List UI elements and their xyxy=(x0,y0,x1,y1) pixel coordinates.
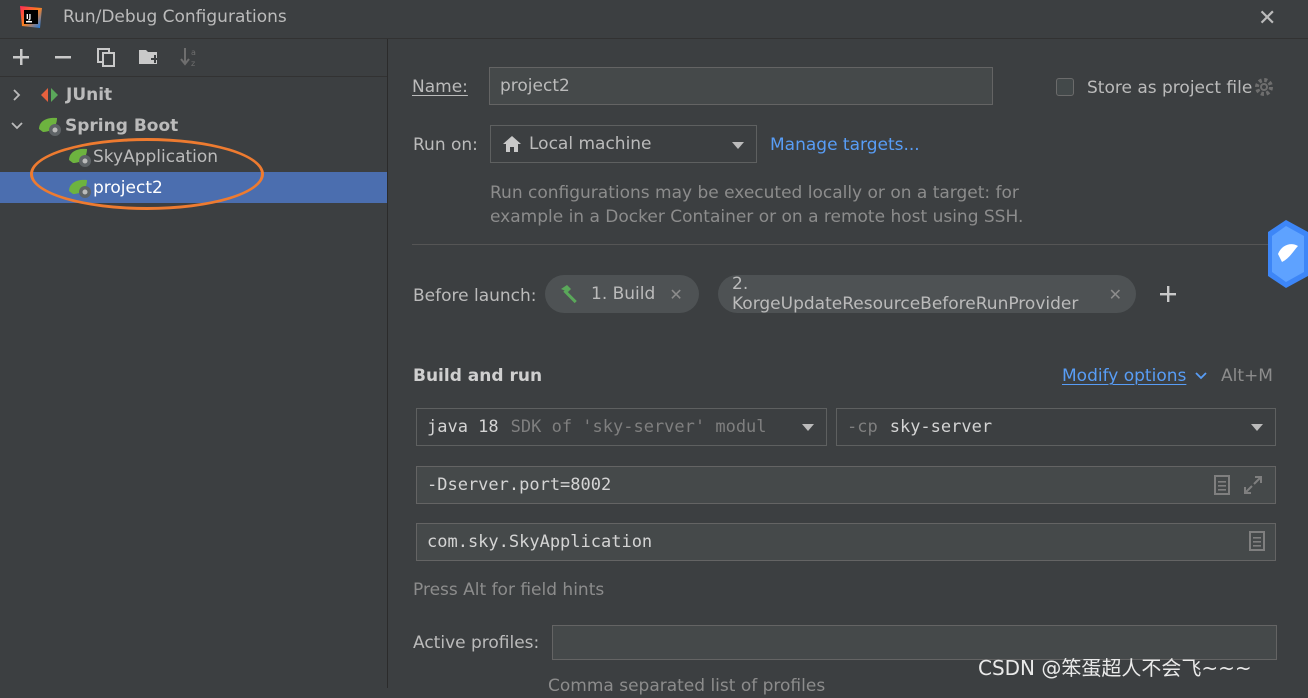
add-icon[interactable] xyxy=(1158,284,1178,304)
panel-divider[interactable] xyxy=(387,39,388,688)
profiles-hint: Comma separated list of profiles xyxy=(548,676,826,696)
run-on-label: Run on: xyxy=(413,135,478,155)
close-icon[interactable]: ✕ xyxy=(1258,6,1276,31)
chevron-right-icon[interactable] xyxy=(10,88,24,102)
tree-group-spring-boot[interactable]: Spring Boot xyxy=(0,110,387,141)
jdk-select[interactable]: java 18 SDK of 'sky-server' modul xyxy=(416,408,827,446)
floating-assistant-icon[interactable] xyxy=(1266,218,1308,290)
build-and-run-heading: Build and run xyxy=(413,366,543,386)
before-launch-build-chip[interactable]: 1. Build ✕ xyxy=(545,275,699,313)
run-on-hint-line2: example in a Docker Container or on a re… xyxy=(490,207,1024,227)
gear-icon[interactable] xyxy=(1253,76,1275,98)
store-as-project-label[interactable]: Store as project file xyxy=(1087,78,1252,98)
expand-icon[interactable] xyxy=(1243,475,1263,495)
main-class-input[interactable]: com.sky.SkyApplication xyxy=(416,523,1276,561)
junit-icon xyxy=(41,87,58,102)
cp-prefix: -cp xyxy=(847,417,878,437)
copy-icon[interactable] xyxy=(95,46,117,68)
chip-label: 2. KorgeUpdateResourceBeforeRunProvider xyxy=(732,274,1079,314)
config-toolbar: az xyxy=(0,40,387,77)
modify-options-shortcut: Alt+M xyxy=(1221,366,1273,386)
tree-item-label: SkyApplication xyxy=(93,146,219,167)
vm-options-input[interactable]: -Dserver.port=8002 xyxy=(416,466,1276,504)
remove-icon[interactable] xyxy=(52,46,74,68)
sort-icon[interactable]: az xyxy=(180,46,202,68)
title-bar: IJ Run/Debug Configurations ✕ xyxy=(0,0,1308,39)
document-icon[interactable] xyxy=(1248,531,1266,551)
tree-group-label: JUnit xyxy=(66,84,113,105)
folder-add-icon[interactable] xyxy=(138,46,160,68)
jdk-main: java 18 xyxy=(427,417,499,437)
home-icon xyxy=(503,136,521,152)
tree-group-junit[interactable]: JUnit xyxy=(0,79,387,110)
classpath-select[interactable]: -cp sky-server xyxy=(836,408,1276,446)
tree-item-skyapplication[interactable]: SkyApplication xyxy=(0,141,387,172)
chevron-down-icon[interactable] xyxy=(1194,370,1208,382)
name-input[interactable]: project2 xyxy=(489,67,993,105)
svg-text:a: a xyxy=(191,48,196,57)
run-on-hint-line1: Run configurations may be executed local… xyxy=(490,183,1019,203)
chevron-down-icon[interactable] xyxy=(1251,424,1263,431)
window-title: Run/Debug Configurations xyxy=(63,7,287,27)
csdn-watermark: CSDN @笨蛋超人不会飞~~~ xyxy=(978,656,1252,680)
jdk-sub: SDK of 'sky-server' modul xyxy=(510,417,767,437)
modify-options-link[interactable]: Modify options xyxy=(1062,366,1186,386)
run-on-value: Local machine xyxy=(529,134,652,154)
before-launch-korge-chip[interactable]: 2. KorgeUpdateResourceBeforeRunProvider … xyxy=(718,274,1136,314)
tree-item-label: project2 xyxy=(93,177,163,198)
chevron-down-icon[interactable] xyxy=(732,142,744,149)
tree-group-label: Spring Boot xyxy=(65,115,179,136)
spring-boot-icon xyxy=(69,179,91,198)
name-label: Name: xyxy=(412,77,468,97)
add-icon[interactable] xyxy=(10,46,32,68)
run-on-select[interactable]: Local machine xyxy=(490,125,757,163)
field-hint-text: Press Alt for field hints xyxy=(413,580,605,600)
svg-text:IJ: IJ xyxy=(26,13,31,21)
divider xyxy=(412,244,1308,245)
tree-item-project2[interactable]: project2 xyxy=(0,172,387,203)
store-as-project-checkbox[interactable] xyxy=(1056,78,1074,96)
chip-label: 1. Build xyxy=(591,284,656,304)
document-icon[interactable] xyxy=(1213,475,1231,495)
close-icon[interactable]: ✕ xyxy=(669,285,682,304)
spring-boot-icon xyxy=(39,117,61,136)
manage-targets-link[interactable]: Manage targets... xyxy=(770,135,920,155)
chevron-down-icon[interactable] xyxy=(10,119,24,133)
intellij-logo-icon: IJ xyxy=(20,6,42,28)
svg-text:z: z xyxy=(191,59,195,68)
chevron-down-icon[interactable] xyxy=(802,424,814,431)
hammer-icon xyxy=(561,285,577,304)
active-profiles-label: Active profiles: xyxy=(413,633,540,653)
spring-boot-icon xyxy=(69,148,91,167)
close-icon[interactable]: ✕ xyxy=(1109,285,1122,304)
cp-value: sky-server xyxy=(889,417,993,437)
before-launch-label: Before launch: xyxy=(413,286,537,306)
